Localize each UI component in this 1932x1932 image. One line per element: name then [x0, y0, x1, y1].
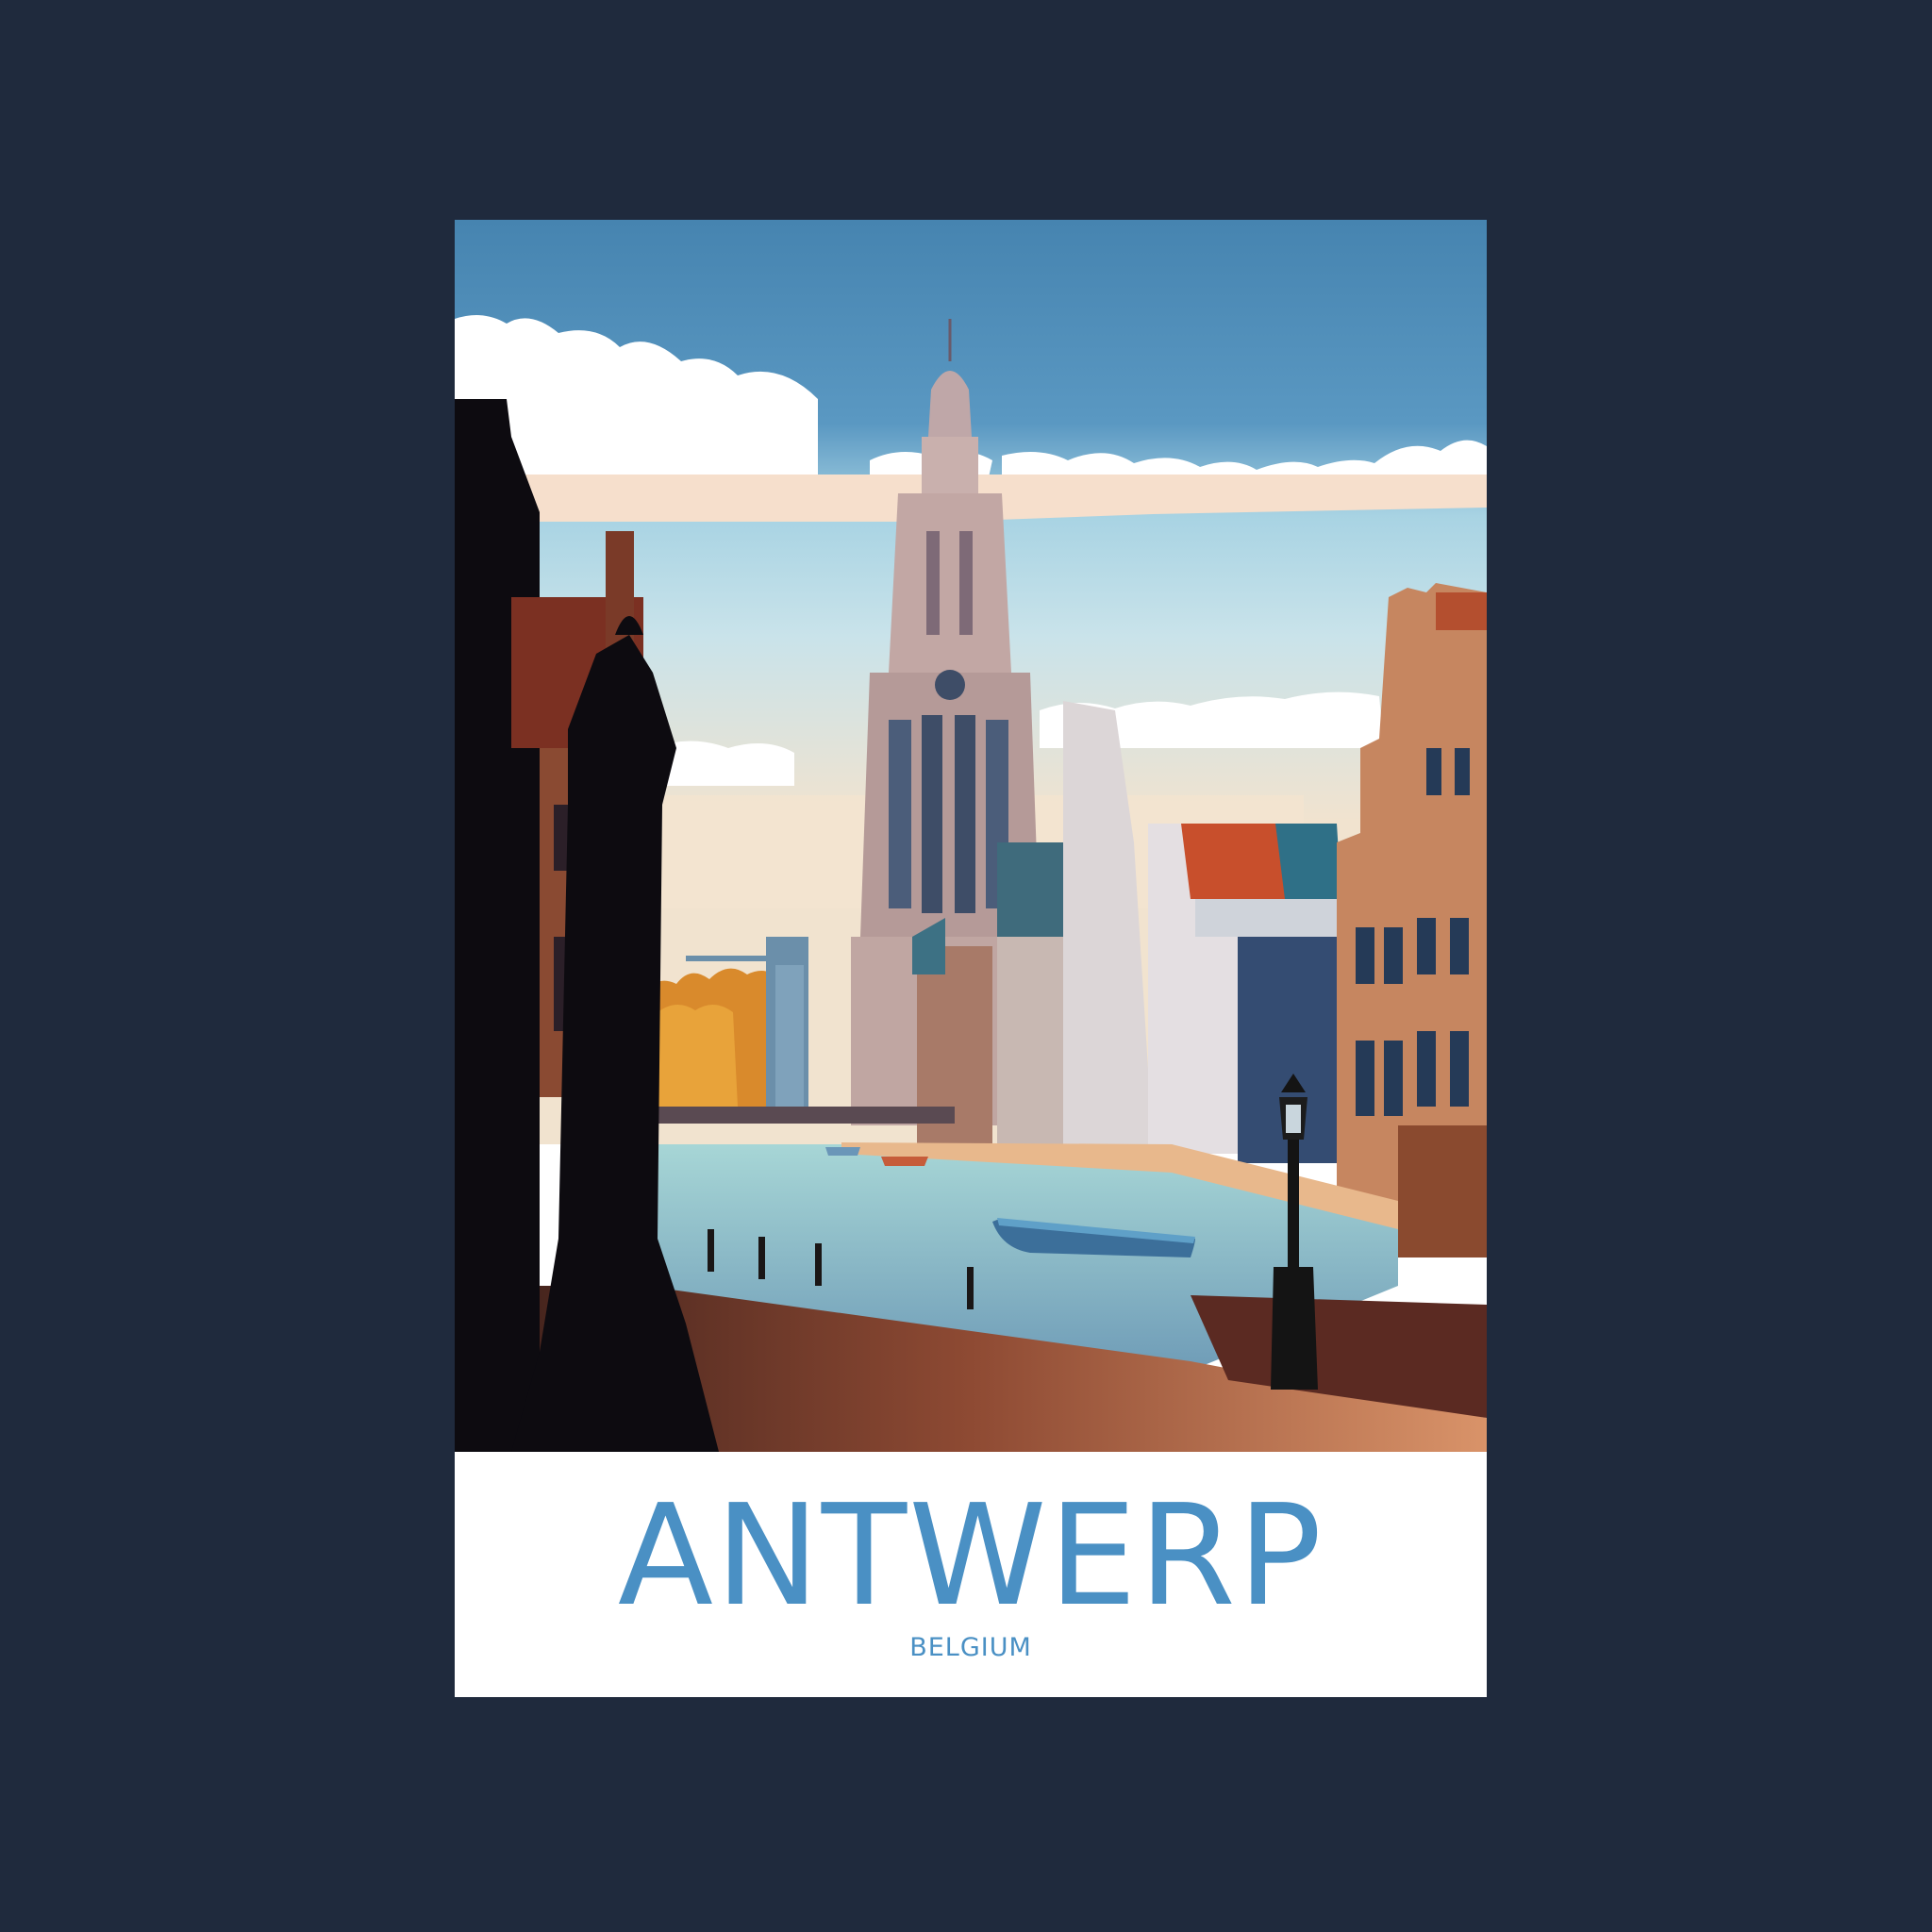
travel-poster: ANTWERP BELGIUM: [455, 220, 1487, 1697]
small-boat: [881, 1157, 928, 1166]
cityscape-scene: [455, 220, 1487, 1452]
city-title: ANTWERP: [617, 1474, 1324, 1637]
bridge: [643, 1107, 955, 1124]
crane: [686, 956, 766, 961]
country-subtitle: BELGIUM: [909, 1633, 1032, 1662]
page-background: ANTWERP BELGIUM: [0, 0, 1932, 1932]
poster-illustration: [455, 220, 1487, 1452]
bollard: [708, 1229, 714, 1272]
poster-caption: ANTWERP BELGIUM: [455, 1452, 1487, 1697]
